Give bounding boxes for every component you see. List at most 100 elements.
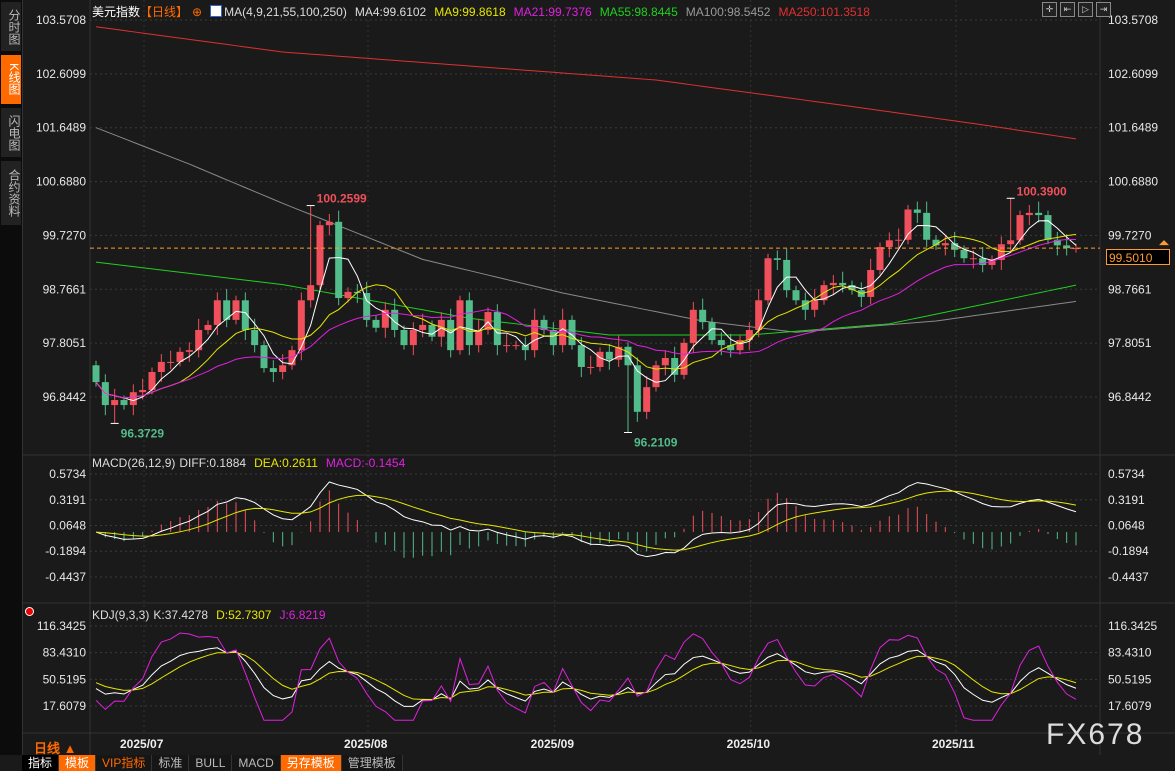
toolbar-button-7[interactable]: 管理模板 [341,755,403,771]
toolbar-button-1[interactable]: 模板 [59,755,97,771]
candle-body [755,300,763,330]
candle-body [279,365,287,373]
ma-params: MA(4,9,21,55,100,250) [224,5,347,19]
candle-body [783,259,791,291]
candle-body [717,340,725,346]
settings-icon[interactable]: ⊕ [192,5,202,19]
k-value: K:37.4278 [153,608,209,622]
candle-body [680,342,688,375]
play-icon[interactable]: ▷ [1078,2,1093,17]
indicator-icon[interactable] [210,5,223,17]
price-tick-left: 96.8442 [43,390,87,404]
macd-value: MACD:-0.1454 [325,456,406,470]
candle-body [232,300,240,320]
candle-body [185,350,193,352]
candle-body [335,221,343,299]
candle-body [895,239,903,241]
macd-tick-right: -0.1894 [1108,544,1149,558]
low-label: 96.2109 [634,435,678,449]
zoom-start-icon[interactable]: ⇤ [1060,2,1075,17]
candle-body [904,209,912,240]
candle-body [129,392,137,406]
kdj-params: KDJ(9,3,3) [92,608,150,622]
toolbar-button-4[interactable]: BULL [189,755,233,771]
candle-body [960,249,968,259]
kdj-tick-right: 83.4310 [1108,646,1152,660]
d-value: D:52.7307 [216,608,272,622]
candle-body [92,365,100,383]
price-tick-right: 100.6880 [1108,175,1158,189]
toolbar-button-2[interactable]: VIP指标 [96,755,153,771]
candle-body [120,400,128,406]
jump-end-icon[interactable]: ⇥ [1096,2,1111,17]
low-label: 96.3729 [121,426,165,440]
crosshair-icon[interactable]: ✛ [1042,2,1057,17]
macd-tick-right: 0.0648 [1108,519,1145,533]
candle-body [549,329,557,346]
toolbar-button-5[interactable]: MACD [232,755,281,771]
price-tick-left: 102.6099 [36,67,86,81]
ma250-value: MA250:101.3518 [778,5,870,19]
high-label: 100.3900 [1017,184,1067,198]
candle-body [913,209,921,213]
price-tick-right: 101.6489 [1108,121,1158,135]
candle-body [1025,212,1033,216]
last-price-arrow-icon [1159,240,1169,246]
macd-tick-right: 0.3191 [1108,493,1145,507]
kdj-tick-right: 50.5195 [1108,672,1152,686]
candle-body [503,345,511,347]
x-axis-label: 2025/11 [932,737,975,751]
toolbar-button-0[interactable]: 指标 [22,755,60,771]
toolbar-button-3[interactable]: 标准 [152,755,190,771]
price-tick-right: 96.8442 [1108,390,1152,404]
candle-body [577,345,585,367]
macd-header: MACD(26,12,9) DIFF:0.1884 DEA:0.2611 MACD:-… [92,456,413,470]
bottom-toolbar: 指标 模板 VIP指标 标准 BULL MACD 另存模板 管理模板 [22,755,403,771]
kdj-tick-left: 17.6079 [43,699,87,713]
candle-body [409,329,417,346]
candle-body [297,300,305,351]
candle-body [344,291,352,299]
candle-body [643,387,651,412]
kdj-header: KDJ(9,3,3) K:37.4278 D:52.7307 J:6.8219 [92,608,334,622]
candle-body [876,247,884,271]
candle-body [811,300,819,310]
candle-body [792,290,800,301]
ma55-value: MA55:98.8445 [599,5,678,19]
x-axis-label: 2025/09 [530,737,575,751]
candle-body [400,329,408,346]
candle-body [1044,215,1052,240]
dea-value: DEA:0.2611 [254,456,318,470]
candle-body [969,258,977,260]
candle-body [941,243,949,246]
price-tick-left: 103.5708 [36,13,86,27]
candle-body [447,319,455,351]
candle-body [465,300,473,346]
chart-canvas[interactable]: 103.5708 103.5708 102.6099 102.6099 101.6489… [0,0,1175,771]
candle-body [372,319,380,328]
j-value: J:6.8219 [279,608,326,622]
kdj-tick-right: 116.3425 [1108,619,1157,633]
candle-body [419,324,427,330]
candle-body [773,258,781,260]
ma100-value: MA100:98.5452 [685,5,771,19]
diff-value: DIFF:0.1884 [179,456,247,470]
price-tick-right: 97.8051 [1108,336,1152,350]
price-tick-right: 102.6099 [1108,67,1158,81]
toolbar-button-6[interactable]: 另存模板 [280,755,342,771]
candle-body [1035,212,1043,216]
macd-tick-left: 0.5734 [49,467,86,481]
candle-body [661,358,669,366]
candle-body [596,351,604,367]
candle-body [204,324,212,330]
candle-body [307,285,315,301]
symbol-name: 美元指数 [92,5,141,19]
kdj-indicator-dot[interactable] [25,607,34,616]
candle-body [195,329,203,351]
candle-body [139,389,147,393]
candle-body [269,368,277,373]
candle-body [260,345,268,369]
ma250-line [95,26,1077,140]
kdj-tick-left: 116.3425 [37,619,86,633]
main-header: 美元指数【日线】 ⊕ MA(4,9,21,55,100,250) MA4:99.610… [92,3,878,20]
